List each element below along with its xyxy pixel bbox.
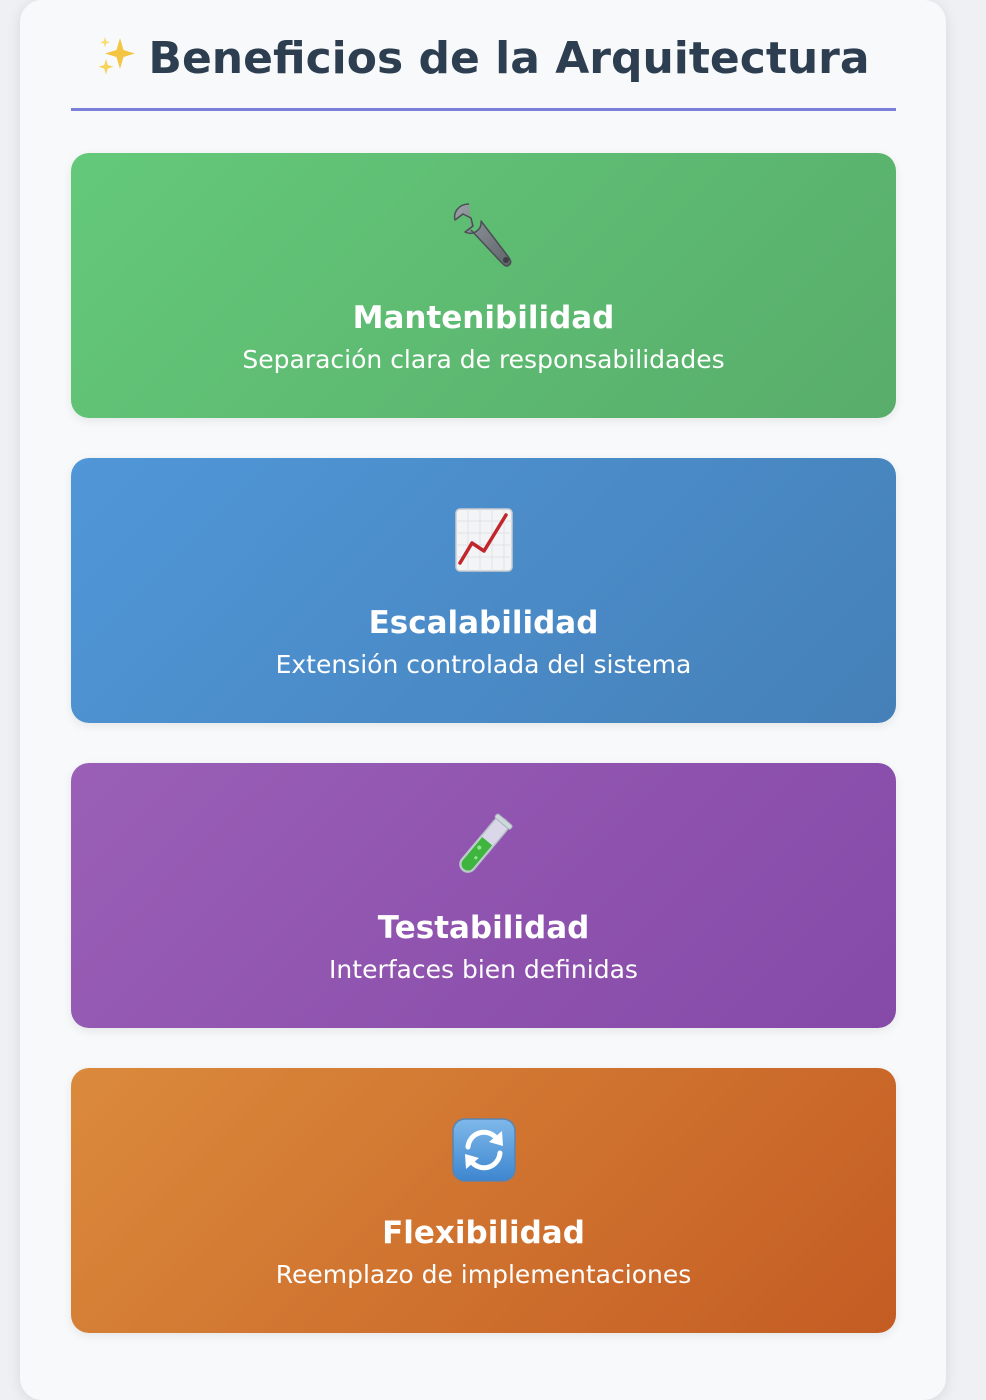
card-description: Extensión controlada del sistema — [275, 650, 692, 679]
arrows-counterclockwise-icon — [71, 1110, 896, 1190]
card-title: Mantenibilidad — [352, 300, 615, 336]
benefit-card-escalabilidad: Escalabilidad Extensión controlada del s… — [71, 458, 896, 723]
benefit-card-flexibilidad: Flexibilidad Reemplazo de implementacion… — [71, 1068, 896, 1333]
benefit-card-testabilidad: Testabilidad Interfaces bien definidas — [71, 763, 896, 1028]
sparkles-icon — [96, 34, 138, 92]
card-description: Separación clara de responsabilidades — [242, 345, 725, 374]
test-tube-icon — [71, 805, 896, 885]
title-divider — [71, 108, 896, 111]
chart-increasing-icon — [71, 500, 896, 580]
card-description: Interfaces bien definidas — [329, 955, 638, 984]
benefit-card-mantenibilidad: Mantenibilidad Separación clara de respo… — [71, 153, 896, 418]
page-title: Beneficios de la Arquitectura — [20, 30, 946, 92]
card-title: Flexibilidad — [382, 1215, 585, 1251]
card-title: Testabilidad — [377, 910, 590, 946]
benefits-panel: Beneficios de la Arquitectura Mantenibil… — [20, 0, 946, 1400]
card-description: Reemplazo de implementaciones — [275, 1260, 692, 1289]
page-title-text: Beneficios de la Arquitectura — [148, 33, 870, 84]
wrench-icon — [71, 195, 896, 275]
card-title: Escalabilidad — [368, 605, 599, 641]
